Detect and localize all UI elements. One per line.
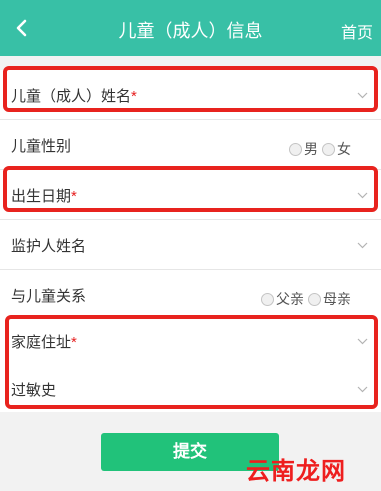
gender-field: 儿童性别 男 女	[0, 120, 381, 170]
chevron-down-icon	[357, 192, 368, 199]
address-field[interactable]: 家庭住址*	[0, 316, 381, 366]
birthdate-label: 出生日期*	[11, 188, 77, 205]
chevron-down-icon	[357, 242, 368, 249]
father-option-label: 父亲	[276, 291, 304, 307]
required-mark: *	[71, 188, 77, 205]
chevron-down-icon	[357, 386, 368, 393]
name-label: 儿童（成人）姓名*	[11, 88, 137, 105]
required-mark: *	[131, 88, 137, 105]
gender-label: 儿童性别	[11, 138, 72, 155]
mother-radio[interactable]	[308, 292, 321, 306]
relationship-options: 父亲 母亲	[261, 289, 351, 309]
guardian-name-label: 监护人姓名	[11, 238, 87, 255]
male-radio[interactable]	[289, 142, 302, 156]
chevron-down-icon	[357, 92, 368, 99]
allergy-history-field[interactable]: 过敏史	[0, 364, 381, 414]
name-field[interactable]: 儿童（成人）姓名*	[0, 70, 381, 120]
birthdate-field[interactable]: 出生日期*	[0, 170, 381, 220]
allergy-history-label: 过敏史	[11, 382, 57, 399]
page-title: 儿童（成人）信息	[118, 21, 263, 41]
mother-option-label: 母亲	[323, 291, 351, 307]
guardian-name-field[interactable]: 监护人姓名	[0, 220, 381, 270]
required-mark: *	[71, 334, 77, 351]
gender-options: 男 女	[289, 139, 351, 159]
relationship-label: 与儿童关系	[11, 288, 87, 305]
chevron-down-icon	[357, 338, 368, 345]
address-label: 家庭住址*	[11, 334, 77, 351]
watermark-text: 云南龙网	[246, 457, 346, 485]
relationship-field: 与儿童关系 父亲 母亲	[0, 270, 381, 320]
female-option-label: 女	[337, 141, 351, 157]
home-link[interactable]: 首页	[341, 19, 373, 43]
father-radio[interactable]	[261, 292, 274, 306]
top-bar: 儿童（成人）信息 首页	[0, 0, 381, 56]
male-option-label: 男	[304, 141, 318, 157]
female-radio[interactable]	[322, 142, 335, 156]
